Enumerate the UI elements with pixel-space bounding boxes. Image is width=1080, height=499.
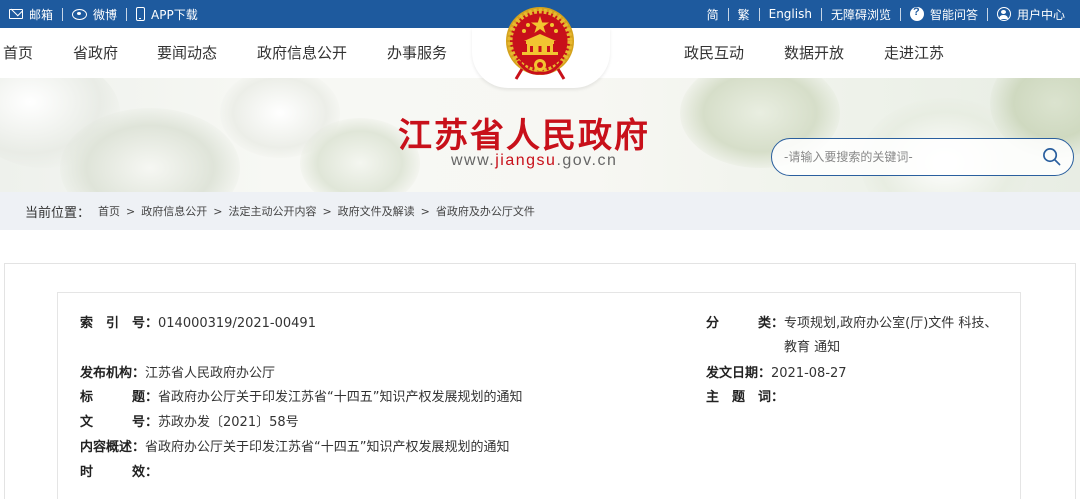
nav-home[interactable]: 首页 bbox=[3, 28, 33, 78]
user-center-link[interactable]: 用户中心 bbox=[988, 0, 1074, 28]
meta-subject: 主 题 词： bbox=[706, 386, 784, 405]
meta-summary-value: 省政府办公厅关于印发江苏省“十四五”知识产权发展规划的通知 bbox=[145, 440, 510, 455]
nav-interaction[interactable]: 政民互动 bbox=[684, 28, 744, 78]
mail-link[interactable]: 邮箱 bbox=[0, 0, 62, 28]
site-title: 江苏省人民政府 bbox=[398, 116, 650, 156]
phone-icon bbox=[136, 7, 146, 21]
meta-document-number-value: 苏政办发〔2021〕58号 bbox=[158, 415, 299, 430]
breadcrumb-item-home[interactable]: 首页 bbox=[98, 205, 120, 218]
weibo-icon bbox=[72, 8, 88, 20]
meta-date-value: 2021-08-27 bbox=[771, 366, 847, 381]
accessibility-label: 无障碍浏览 bbox=[830, 7, 891, 22]
meta-category-value-line1: 专项规划,政府办公室(厅)文件 科技、 bbox=[784, 316, 998, 331]
nav-open-data[interactable]: 数据开放 bbox=[784, 28, 844, 78]
site-url-suffix: .gov.cn bbox=[556, 152, 618, 169]
meta-index-label: 索 引 号： bbox=[80, 316, 159, 331]
meta-publisher-label: 发布机构： bbox=[80, 366, 146, 381]
meta-date: 发文日期：2021-08-27 bbox=[706, 362, 847, 381]
user-icon bbox=[996, 7, 1011, 21]
meta-title: 标 题：省政府办公厅关于印发江苏省“十四五”知识产权发展规划的通知 bbox=[80, 386, 523, 405]
app-download-label: APP下载 bbox=[151, 7, 198, 22]
meta-publisher: 发布机构：江苏省人民政府办公厅 bbox=[80, 362, 275, 381]
english-link[interactable]: English bbox=[760, 0, 821, 28]
site-url: www.jiangsu.gov.cn bbox=[451, 152, 617, 170]
meta-category-continued: 教育 通知 bbox=[784, 336, 840, 355]
mail-link-label: 邮箱 bbox=[29, 7, 54, 22]
accessibility-link[interactable]: 无障碍浏览 bbox=[822, 0, 900, 28]
meta-document-number-label: 文 号： bbox=[80, 415, 159, 430]
search-input[interactable] bbox=[784, 147, 1034, 167]
meta-document-number: 文 号：苏政办发〔2021〕58号 bbox=[80, 411, 299, 430]
breadcrumb-item-provincial-documents[interactable]: 省政府及办公厅文件 bbox=[436, 205, 535, 218]
simplified-chinese-link[interactable]: 简 bbox=[698, 0, 728, 28]
meta-category-value-line2: 教育 通知 bbox=[784, 340, 841, 355]
nav-about-jiangsu[interactable]: 走进江苏 bbox=[884, 28, 944, 78]
user-center-label: 用户中心 bbox=[1016, 7, 1065, 22]
topbar-left-links: 邮箱 微博 APP下载 bbox=[0, 0, 207, 28]
meta-date-label: 发文日期： bbox=[706, 366, 772, 381]
traditional-chinese-link[interactable]: 繁 bbox=[729, 0, 759, 28]
simplified-chinese-label: 简 bbox=[706, 7, 719, 22]
breadcrumb-separator: > bbox=[322, 205, 332, 218]
mail-icon bbox=[9, 9, 23, 19]
breadcrumb-item-statutory[interactable]: 法定主动公开内容 bbox=[228, 205, 316, 218]
breadcrumb-label: 当前位置： bbox=[25, 205, 91, 221]
breadcrumb-separator: > bbox=[213, 205, 223, 218]
weibo-link-label: 微博 bbox=[93, 7, 118, 22]
meta-category: 分 类：专项规划,政府办公室(厅)文件 科技、 bbox=[706, 312, 997, 331]
nav-services[interactable]: 办事服务 bbox=[387, 28, 447, 78]
english-label: English bbox=[768, 7, 812, 21]
meta-index: 索 引 号：014000319/2021-00491 bbox=[80, 312, 316, 331]
smart-qa-label: 智能问答 bbox=[929, 7, 978, 22]
breadcrumb-separator: > bbox=[420, 205, 430, 218]
nav-news[interactable]: 要闻动态 bbox=[157, 28, 217, 78]
chat-bubble-icon bbox=[909, 6, 924, 21]
breadcrumb: 当前位置： 首页 > 政府信息公开 > 法定主动公开内容 > 政府文件及解读 > 省政府及办公厅… bbox=[0, 192, 1080, 230]
meta-publisher-value: 江苏省人民政府办公厅 bbox=[145, 366, 276, 381]
breadcrumb-item-gov-info[interactable]: 政府信息公开 bbox=[141, 205, 207, 218]
meta-validity: 时 效： bbox=[80, 461, 158, 480]
meta-validity-label: 时 效： bbox=[80, 465, 159, 480]
smart-qa-link[interactable]: 智能问答 bbox=[901, 0, 987, 28]
search-box bbox=[771, 138, 1074, 176]
meta-title-value: 省政府办公厅关于印发江苏省“十四五”知识产权发展规划的通知 bbox=[158, 390, 523, 405]
meta-summary-label: 内容概述： bbox=[80, 440, 146, 455]
breadcrumb-trail: 首页 > 政府信息公开 > 法定主动公开内容 > 政府文件及解读 > 省政府及办公厅文件 bbox=[98, 203, 535, 219]
breadcrumb-separator: > bbox=[126, 205, 136, 218]
topbar-right-links: 简 繁 English 无障碍浏览 智能问答 用户中心 bbox=[698, 0, 1074, 28]
meta-title-label: 标 题： bbox=[80, 390, 159, 405]
weibo-link[interactable]: 微博 bbox=[63, 0, 126, 28]
traditional-chinese-label: 繁 bbox=[737, 7, 750, 22]
app-download-link[interactable]: APP下载 bbox=[127, 0, 207, 28]
meta-category-label: 分 类： bbox=[706, 316, 785, 331]
search-icon[interactable] bbox=[1042, 147, 1061, 166]
breadcrumb-item-gov-documents[interactable]: 政府文件及解读 bbox=[338, 205, 415, 218]
site-url-prefix: www. bbox=[451, 152, 496, 169]
site-url-highlight: jiangsu bbox=[495, 152, 557, 169]
nav-provincial-government[interactable]: 省政府 bbox=[73, 28, 118, 78]
nav-gov-info-disclosure[interactable]: 政府信息公开 bbox=[257, 28, 347, 78]
meta-summary: 内容概述：省政府办公厅关于印发江苏省“十四五”知识产权发展规划的通知 bbox=[80, 436, 510, 455]
national-emblem-icon[interactable] bbox=[500, 3, 580, 83]
meta-index-value: 014000319/2021-00491 bbox=[158, 316, 316, 331]
meta-subject-label: 主 题 词： bbox=[706, 390, 785, 405]
